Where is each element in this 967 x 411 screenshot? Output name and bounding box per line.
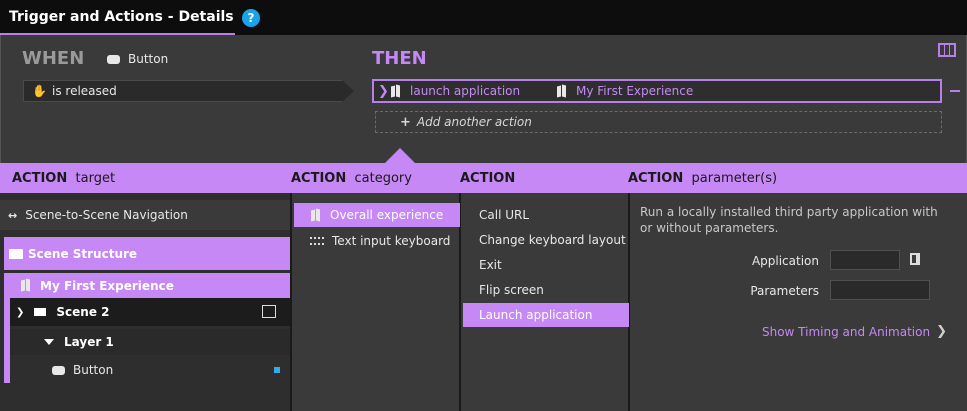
add-action-label: Add another action bbox=[416, 115, 532, 129]
target-scene-label: Scene 2 bbox=[56, 305, 110, 319]
show-timing-animation-link[interactable]: Show Timing and Animation ❯ bbox=[762, 324, 947, 339]
remove-action-icon[interactable] bbox=[950, 90, 960, 92]
scene-options-icon[interactable] bbox=[262, 305, 276, 318]
then-label: THEN bbox=[372, 48, 427, 69]
status-dot bbox=[274, 367, 280, 373]
target-button[interactable]: Button bbox=[10, 357, 290, 383]
target-scene-structure-label: Scene Structure bbox=[28, 246, 138, 261]
target-column: ↔ Scene-to-Scene Navigation Scene Struct… bbox=[0, 193, 290, 411]
action-row[interactable]: ❯ launch application My First Experience bbox=[372, 79, 942, 103]
action-call-url[interactable]: Call URL bbox=[463, 203, 629, 227]
action-target: My First Experience bbox=[576, 84, 694, 98]
target-layer[interactable]: Layer 1 bbox=[10, 329, 290, 355]
when-device: Button bbox=[107, 52, 168, 66]
parameters-input[interactable] bbox=[830, 280, 930, 300]
trigger-event[interactable]: ✋ is released bbox=[23, 80, 343, 102]
parameters-label: Parameters bbox=[750, 284, 819, 298]
when-device-label: Button bbox=[128, 52, 169, 66]
trigger-event-label: is released bbox=[52, 84, 117, 98]
trigger-arrow bbox=[342, 80, 354, 102]
category-label: Text input keyboard bbox=[332, 234, 451, 248]
application-label: Application bbox=[751, 254, 819, 268]
experience-icon bbox=[556, 85, 568, 98]
title-bar: Trigger and Actions - Details ? bbox=[0, 0, 967, 35]
chevron-right-icon: ❯ bbox=[378, 83, 389, 99]
target-experience[interactable]: My First Experience bbox=[4, 273, 290, 298]
parameters-column: Run a locally installed third party appl… bbox=[629, 193, 967, 411]
selection-caret bbox=[384, 148, 416, 164]
target-scene-navigation-label: Scene-to-Scene Navigation bbox=[25, 208, 188, 222]
left-right-arrow-icon: ↔ bbox=[8, 208, 18, 222]
expand-triangle-icon[interactable] bbox=[44, 339, 54, 345]
category-column: Overall experience Text input keyboard bbox=[291, 193, 460, 411]
header-action-category: ACTION category bbox=[291, 171, 412, 186]
timing-link-label: Show Timing and Animation bbox=[761, 324, 931, 339]
plus-icon: + bbox=[400, 114, 411, 130]
when-label: WHEN bbox=[22, 48, 85, 69]
header-action: ACTION bbox=[460, 171, 516, 186]
target-scene[interactable]: ❯ Scene 2 bbox=[10, 298, 290, 326]
target-experience-label: My First Experience bbox=[40, 278, 174, 293]
page-title: Trigger and Actions - Details bbox=[9, 8, 234, 25]
parameters-description: Run a locally installed third party appl… bbox=[640, 205, 938, 235]
action-exit[interactable]: Exit bbox=[463, 253, 629, 277]
action-column: Call URL Change keyboard layout Exit Fli… bbox=[460, 193, 629, 411]
add-action-button[interactable]: + Add another action bbox=[375, 111, 942, 133]
action-name: launch application bbox=[410, 84, 521, 98]
browse-icon[interactable] bbox=[910, 253, 920, 265]
button-icon bbox=[107, 54, 120, 64]
action-header-bar: ACTION target ACTION category ACTION ACT… bbox=[0, 163, 967, 193]
target-button-label: Button bbox=[73, 363, 114, 377]
target-scene-structure[interactable]: Scene Structure bbox=[4, 237, 290, 270]
scene-icon bbox=[34, 308, 47, 316]
chevron-down-icon[interactable]: ❯ bbox=[16, 307, 24, 318]
title-tab[interactable]: Trigger and Actions - Details bbox=[0, 0, 235, 35]
header-action-params: ACTION parameter(s) bbox=[628, 171, 778, 186]
target-scene-navigation[interactable]: ↔ Scene-to-Scene Navigation bbox=[0, 200, 290, 230]
keyboard-icon bbox=[310, 237, 324, 245]
application-input[interactable] bbox=[830, 250, 900, 270]
target-layer-label: Layer 1 bbox=[64, 335, 114, 349]
experience-icon bbox=[20, 279, 32, 292]
help-icon[interactable]: ? bbox=[242, 9, 260, 27]
action-change-keyboard-layout[interactable]: Change keyboard layout bbox=[463, 228, 629, 252]
category-overall-experience[interactable]: Overall experience bbox=[294, 203, 460, 227]
category-text-input-keyboard[interactable]: Text input keyboard bbox=[294, 229, 460, 253]
grid-icon[interactable] bbox=[938, 43, 956, 57]
experience-icon bbox=[390, 85, 402, 98]
button-icon bbox=[52, 365, 65, 375]
layers-icon bbox=[8, 248, 20, 260]
action-launch-application[interactable]: Launch application bbox=[463, 303, 629, 327]
category-label: Overall experience bbox=[330, 208, 444, 222]
action-flip-screen[interactable]: Flip screen bbox=[463, 278, 629, 302]
trigger-action-editor: WHEN Button ✋ is released THEN ❯ launch … bbox=[0, 35, 967, 164]
hand-icon: ✋ bbox=[32, 84, 47, 98]
chevron-right-icon: ❯ bbox=[936, 324, 947, 339]
header-action-target: ACTION target bbox=[12, 171, 116, 186]
experience-icon bbox=[310, 209, 322, 222]
